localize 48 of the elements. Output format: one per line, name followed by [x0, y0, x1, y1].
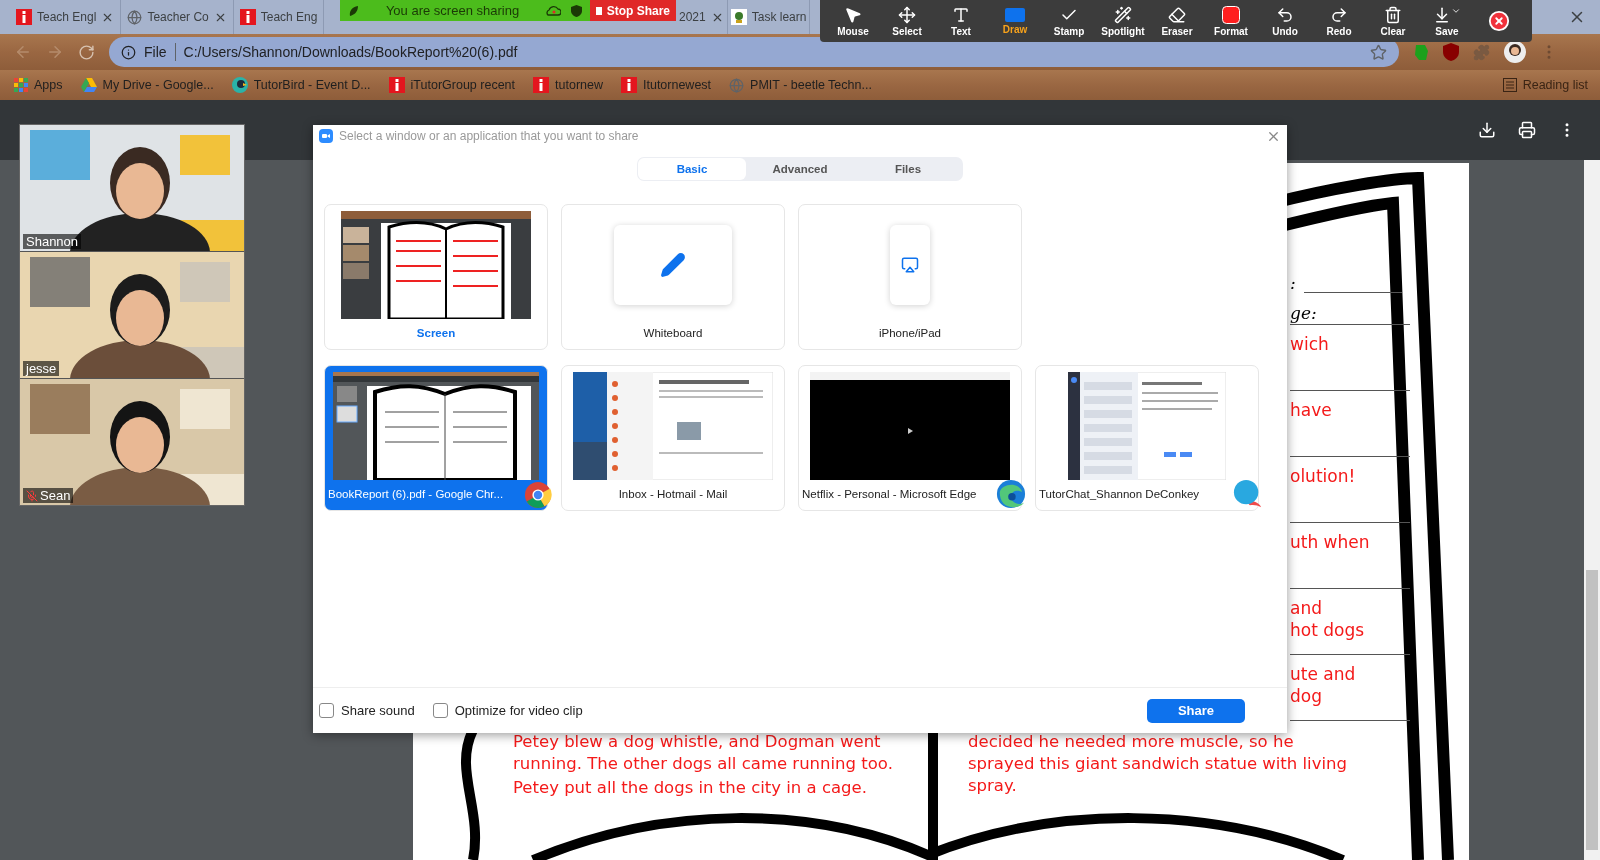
- address-bar[interactable]: File C:/Users/Shannon/Downloads/BookReport%20(6).pdf: [109, 37, 1399, 67]
- answer-text: hot dogs: [1290, 619, 1366, 641]
- dialog-tab[interactable]: Advanced: [746, 158, 854, 180]
- share-source-card[interactable]: Whiteboard: [561, 204, 785, 350]
- dialog-title: Select a window or an application that you want to share: [339, 129, 640, 143]
- source-label: iPhone/iPad: [879, 327, 941, 339]
- field-label: :: [1290, 273, 1296, 293]
- source-label: Whiteboard: [643, 327, 703, 339]
- source-label: Netflix - Personal - Microsoft Edge: [801, 488, 977, 500]
- answer-text: wich: [1290, 333, 1330, 355]
- url-text: C:/Users/Shannon/Downloads/BookReport%20(6).pdf: [183, 44, 519, 60]
- source-label: Inbox - Hotmail - Mail: [618, 488, 728, 500]
- sharing-banner: You are screen sharing: [340, 0, 590, 21]
- annotation-tool[interactable]: Save: [1420, 1, 1474, 41]
- checkbox-label: Optimize for video clip: [454, 703, 583, 718]
- source-label: Screen: [416, 327, 456, 339]
- answer-text: dog: [1290, 685, 1323, 707]
- scheme-label: File: [144, 44, 167, 60]
- share-source-card[interactable]: iPhone/iPad: [798, 204, 1022, 350]
- bookmark-link[interactable]: tutornew: [533, 77, 603, 93]
- participant-name: Shannon: [23, 234, 82, 249]
- share-source-card[interactable]: Inbox - Hotmail - Mail: [561, 365, 785, 511]
- bookmark-link[interactable]: iTutorGroup recent: [388, 77, 516, 93]
- bookmark-link[interactable]: Itutornewest: [621, 77, 712, 93]
- dialog-tab[interactable]: Basic: [638, 158, 746, 180]
- participant-name: jesse: [23, 361, 60, 376]
- bookmark-link[interactable]: Apps: [14, 78, 63, 92]
- source-label: BookReport (6).pdf - Google Chr...: [327, 488, 504, 500]
- answer-text: Petey put all the dogs in the city in a cage.: [513, 777, 868, 799]
- answer-text: olution!: [1290, 465, 1357, 487]
- share-source-card[interactable]: Screen: [324, 204, 548, 350]
- dialog-tab[interactable]: Files: [854, 158, 962, 180]
- answer-text: decided he needed more muscle, so he sprayed this giant sandwich statue with living spray.: [968, 731, 1348, 797]
- answer-text: and: [1290, 597, 1323, 619]
- checkbox-label: Share sound: [341, 703, 415, 718]
- answer-text: have: [1290, 399, 1333, 421]
- answer-text: ute and: [1290, 663, 1357, 685]
- source-label: TutorChat_Shannon DeConkey: [1038, 488, 1200, 500]
- answer-text: uth when: [1290, 531, 1371, 553]
- bookmark-link[interactable]: PMIT - beetle Techn...: [729, 77, 872, 93]
- participant-name: Sean: [23, 488, 74, 503]
- field-label: ge:: [1290, 303, 1318, 323]
- share-button[interactable]: Share: [1147, 698, 1245, 723]
- stop-share-button[interactable]: Stop Share: [590, 0, 676, 21]
- bookmark-link[interactable]: TutorBird - Event D...: [231, 77, 371, 93]
- bookmark-link[interactable]: My Drive - Google...: [80, 78, 214, 92]
- share-source-card[interactable]: TutorChat_Shannon DeConkey: [1035, 365, 1259, 511]
- answer-text: Petey blew a dog whistle, and Dogman went running. The other dogs all came running too.: [513, 731, 894, 775]
